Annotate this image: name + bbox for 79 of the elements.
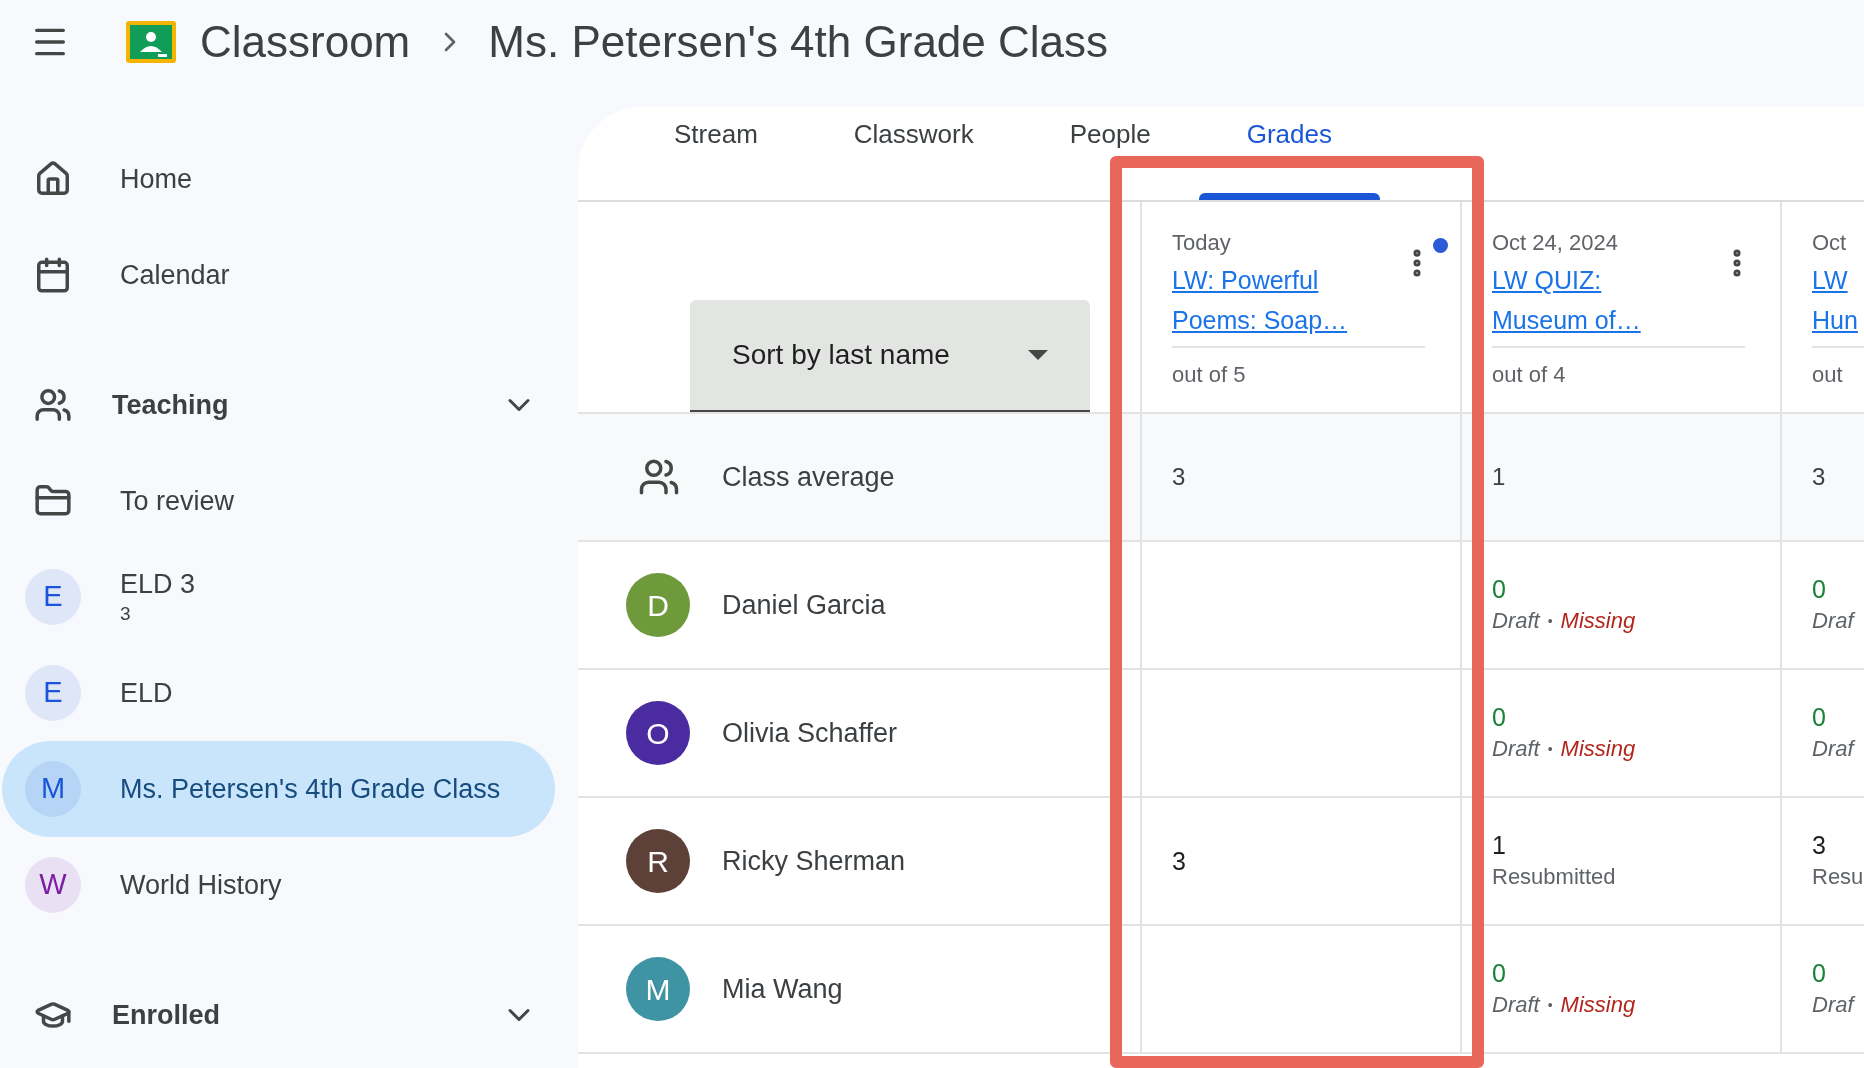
sidebar-item[interactable]: To review [2,453,555,549]
classroom-logo-icon [125,20,177,64]
grade[interactable]: 0 [1812,573,1864,605]
status-label: Draf [1812,991,1854,1019]
average-grade: 1 [1492,462,1506,492]
due-date: Oct [1812,230,1848,256]
app-title[interactable]: Classroom [200,9,411,75]
avatar-letter: R [647,843,669,880]
tab[interactable]: Grades [1198,107,1380,200]
sidebar-item[interactable]: Teaching [2,357,555,453]
status-label: Draf [1812,607,1854,635]
status-label: Resubmitted [1492,863,1616,891]
sidebar-label: Home [120,163,193,196]
sidebar-item[interactable]: E ELD [2,645,555,741]
assignment-link[interactable]: LW QUIZ: Museum of… [1492,260,1682,340]
student-name[interactable]: Mia Wang [722,968,843,1010]
avatar-letter: E [43,579,63,615]
sort-dropdown[interactable]: Sort by last name [690,300,1090,412]
people-icon [34,386,72,424]
tab[interactable]: People [1021,107,1199,200]
sidebar-item[interactable]: Home [2,131,555,227]
sidebar-label: ELD [120,677,173,710]
sidebar-label: To review [120,485,235,518]
grade[interactable]: 0 [1492,573,1780,605]
points-label: out [1812,362,1843,387]
separator-dot: • [1547,612,1553,631]
status-label: Missing [1560,607,1636,635]
student-name[interactable]: Olivia Schaffer [722,712,898,754]
status-label: Missing [1560,991,1636,1019]
sidebar-item[interactable]: E ELD 3 3 [2,549,555,645]
status-label: Draft [1492,735,1540,763]
sidebar-label: Calendar [120,259,230,292]
class-average-label: Class average [722,460,895,494]
due-date: Oct 24, 2024 [1492,230,1619,256]
student-name[interactable]: Ricky Sherman [722,840,906,882]
grade[interactable]: 0 [1812,701,1864,733]
status-label: Draf [1812,735,1854,763]
separator-dot: • [1547,996,1553,1015]
class-title: Ms. Petersen's 4th Grade Class [488,16,1109,68]
dropdown-caret-icon [1028,350,1048,360]
avatar-letter: M [645,971,671,1008]
tab[interactable]: Stream [626,107,806,200]
grade[interactable]: 3 [1172,845,1460,877]
calendar-icon [34,256,72,294]
grade[interactable]: 0 [1812,957,1864,989]
grade[interactable]: 3 [1812,829,1864,861]
sidebar-item[interactable]: Enrolled [2,967,555,1063]
due-date: Today [1172,230,1232,256]
points-label: out of 5 [1172,362,1246,387]
separator-dot: • [1547,740,1553,759]
sidebar-item[interactable]: M Ms. Petersen's 4th Grade Class [2,741,555,837]
points-label: out of 4 [1492,362,1566,387]
tab[interactable]: Classwork [805,107,1022,200]
sidebar-label: Teaching [112,389,229,422]
sidebar-item[interactable]: W World History [2,837,555,933]
assignment-link[interactable]: LW Hun [1812,260,1864,340]
average-grade: 3 [1812,462,1826,492]
status-label: Missing [1560,735,1636,763]
student-name[interactable]: Daniel Garcia [722,584,886,626]
avatar-letter: O [646,715,670,752]
assignment-link[interactable]: LW: Powerful Poems: Soap… [1172,260,1362,340]
avatar-letter: D [647,587,669,624]
sidebar-sublabel: 3 [120,602,132,626]
grade[interactable]: 1 [1492,829,1780,861]
status-label: Draft [1492,991,1540,1019]
avatar-letter: E [43,675,63,711]
home-icon [34,160,72,198]
status-label: Draft [1492,607,1540,635]
average-grade: 3 [1172,462,1186,492]
sidebar-item[interactable]: Calendar [2,227,555,323]
sidebar-label: Enrolled [112,999,220,1032]
grade[interactable]: 0 [1492,957,1780,989]
sidebar-label: ELD 3 [120,568,196,601]
sidebar-label: Ms. Petersen's 4th Grade Class [120,773,501,806]
avatar-letter: W [39,867,67,903]
sidebar-label: World History [120,869,282,902]
grade[interactable]: 0 [1492,701,1780,733]
status-label: Resu [1812,863,1864,891]
avatar-letter: M [40,771,66,807]
